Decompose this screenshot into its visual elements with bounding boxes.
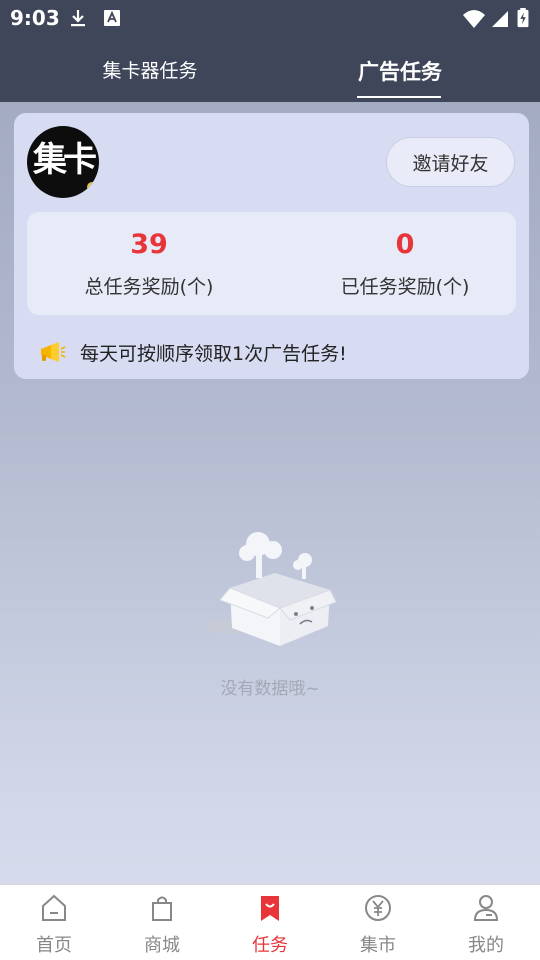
task-summary-card: 集卡 邀请好友 39 总任务奖励(个) 0 已任务奖励(个) 每天可按顺序领取1… [14, 113, 529, 379]
download-icon [71, 10, 85, 27]
total-reward-label: 总任务奖励(个) [84, 276, 214, 298]
shopping-bag-icon [152, 896, 172, 921]
status-time: 9:03 [10, 6, 60, 30]
wifi-icon [463, 10, 485, 28]
task-bookmark-icon [261, 896, 279, 921]
total-reward-value: 39 [130, 229, 168, 260]
signal-icon [492, 11, 508, 27]
nav-item-tasks[interactable]: 任务 [216, 885, 324, 960]
font-icon [104, 10, 120, 26]
nav-label-market: 集市 [360, 935, 396, 956]
notice-text: 每天可按顺序领取1次广告任务! [80, 342, 347, 365]
nav-label-mall: 商城 [144, 935, 180, 956]
header-tabs: 集卡器任务 广告任务 [0, 36, 540, 102]
status-bar: 9:03 [0, 0, 540, 36]
avatar-text: 集卡 [33, 140, 97, 180]
active-tab-indicator [357, 96, 441, 98]
invite-friends-button[interactable]: 邀请好友 [386, 137, 515, 187]
nav-label-mine: 我的 [468, 935, 504, 956]
completed-reward-value: 0 [395, 229, 415, 260]
nav-item-home[interactable]: 首页 [0, 885, 108, 960]
empty-box-icon [205, 532, 337, 646]
completed-reward-label: 已任务奖励(个) [340, 276, 470, 298]
notice-bar: 每天可按顺序领取1次广告任务! [38, 337, 347, 367]
nav-item-mall[interactable]: 商城 [108, 885, 216, 960]
user-icon [473, 895, 499, 921]
total-reward-stat: 39 总任务奖励(个) [27, 212, 271, 315]
avatar[interactable]: 集卡 [27, 126, 99, 198]
empty-state-text: 没有数据哦~ [220, 679, 320, 699]
nav-item-market[interactable]: 集市 [324, 885, 432, 960]
reward-stats-panel: 39 总任务奖励(个) 0 已任务奖励(个) [27, 212, 516, 315]
tab-card-collector-tasks[interactable]: 集卡器任务 [60, 56, 240, 83]
nav-label-home: 首页 [36, 935, 72, 956]
home-icon [42, 894, 66, 921]
megaphone-icon [41, 342, 66, 362]
bottom-nav: 首页 商城 任务 集市 我的 [0, 884, 540, 960]
nav-label-tasks: 任务 [252, 935, 288, 956]
battery-icon [517, 8, 529, 28]
tab-ad-tasks[interactable]: 广告任务 [330, 56, 470, 86]
completed-reward-stat: 0 已任务奖励(个) [283, 212, 527, 315]
avatar-badge [87, 182, 97, 192]
nav-item-mine[interactable]: 我的 [432, 885, 540, 960]
yuan-coin-icon [365, 895, 391, 921]
